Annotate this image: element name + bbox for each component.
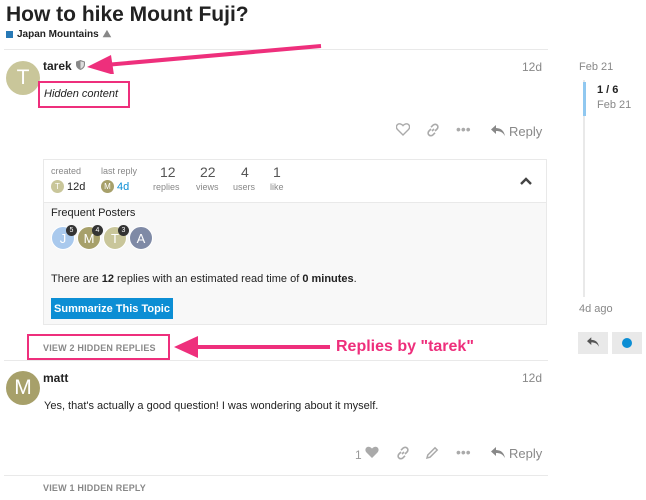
link-icon[interactable] [396, 446, 410, 463]
summarize-topic-button[interactable]: Summarize This Topic [51, 298, 173, 319]
reply-arrow-icon [491, 446, 505, 461]
reply-button[interactable]: Reply [491, 446, 542, 461]
shield-icon [75, 59, 85, 73]
last-reply-value: 4d [117, 180, 130, 193]
post-date[interactable]: 12d [522, 371, 542, 385]
reply-label: Reply [509, 124, 543, 139]
likes-label: like [270, 182, 284, 192]
mountain-icon: ⛰ [102, 29, 112, 40]
annotation-label: Replies by "tarek" [336, 338, 474, 355]
link-icon[interactable] [426, 123, 440, 140]
like-count: 1 [355, 448, 362, 462]
timeline-reply-button[interactable] [578, 332, 608, 354]
reply-arrow-icon [491, 124, 505, 139]
replies-count: 12 [160, 164, 176, 180]
views-label: views [196, 182, 219, 192]
likes-count: 1 [273, 164, 281, 180]
avatar[interactable]: M [6, 371, 40, 405]
last-reply-label: last reply [101, 166, 138, 176]
annotation-arrow [174, 336, 330, 358]
avatar[interactable]: T [6, 61, 40, 95]
chevron-up-icon [520, 172, 532, 190]
category-badge[interactable]: Japan Mountains ⛰ [6, 29, 111, 40]
ellipsis-icon[interactable]: ••• [456, 444, 471, 460]
post-author[interactable]: tarek [43, 59, 85, 73]
reply-button[interactable]: Reply [491, 124, 542, 139]
notification-button[interactable] [612, 332, 642, 354]
divider [4, 360, 548, 361]
created-info[interactable]: T 12d [51, 180, 85, 193]
heart-icon[interactable] [395, 123, 411, 139]
created-label: created [51, 166, 82, 176]
users-count: 4 [241, 164, 249, 180]
like-button[interactable]: 1 [355, 446, 379, 464]
blue-dot-icon [622, 338, 632, 348]
topic-map-header: created T 12d last reply M 4d 12 replies… [44, 160, 546, 203]
ellipsis-icon[interactable]: ••• [456, 121, 471, 137]
poster-count: 5 [66, 225, 77, 236]
annotation-arrow [87, 44, 322, 74]
timeline-end-date[interactable]: 4d ago [579, 303, 613, 315]
frequent-posters-label: Frequent Posters [51, 207, 136, 219]
frequent-posters: J 5 M 4 T 3 A [51, 225, 171, 252]
last-reply-info[interactable]: M 4d [101, 180, 129, 193]
view-hidden-reply-button[interactable]: VIEW 1 HIDDEN REPLY [43, 483, 146, 493]
poster-avatar[interactable]: A [129, 226, 153, 250]
pencil-icon[interactable] [425, 446, 439, 463]
divider [4, 475, 548, 476]
view-hidden-replies-button[interactable]: VIEW 2 HIDDEN REPLIES [43, 343, 156, 353]
poster-count: 3 [118, 225, 129, 236]
reply-arrow-icon [587, 334, 599, 352]
collapse-button[interactable] [506, 160, 546, 201]
post-date[interactable]: 12d [522, 60, 542, 74]
post-content: Yes, that's actually a good question! I … [44, 400, 379, 412]
post-content: Hidden content [44, 88, 118, 100]
timeline-position-date: Feb 21 [597, 99, 632, 111]
category-name: Japan Mountains [17, 29, 99, 40]
timeline-start-date[interactable]: Feb 21 [579, 61, 613, 73]
replies-label: replies [153, 182, 180, 192]
read-time-text: There are 12 replies with an estimated r… [51, 273, 357, 285]
views-count: 22 [200, 164, 216, 180]
timeline-handle[interactable] [583, 82, 586, 116]
username[interactable]: matt [43, 371, 68, 385]
avatar: M [101, 180, 114, 193]
poster-count: 4 [92, 225, 103, 236]
avatar: T [51, 180, 64, 193]
username[interactable]: tarek [43, 59, 72, 73]
timeline-position: 1 / 6 [597, 84, 619, 96]
topic-title[interactable]: How to hike Mount Fuji? [6, 3, 249, 27]
created-value: 12d [67, 180, 86, 193]
category-color-square [6, 31, 13, 38]
heart-icon [365, 446, 379, 464]
reply-label: Reply [509, 446, 543, 461]
users-label: users [233, 182, 256, 192]
